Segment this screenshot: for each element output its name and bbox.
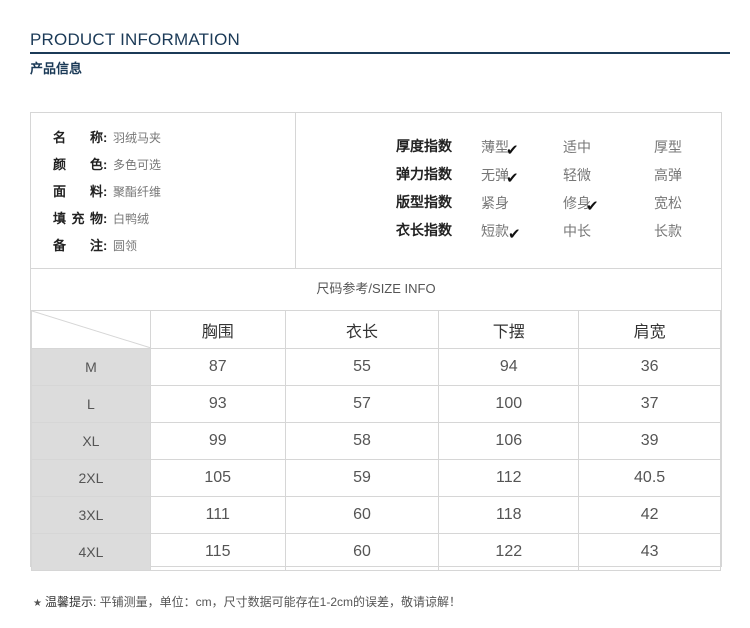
value-cell: 100 (438, 385, 580, 423)
column-header: 肩宽 (578, 310, 721, 349)
corner-cell (31, 310, 151, 349)
index-option: 厚型 (654, 139, 682, 155)
index-option: 高弹 (654, 167, 682, 183)
page-subtitle: 产品信息 (30, 61, 83, 76)
table-row: L 93 57 100 37 (31, 385, 721, 423)
index-option: 宽松 (654, 195, 682, 211)
value-cell: 39 (578, 422, 721, 460)
measurement-note: ★ 温馨提示: 平铺测量，单位：cm，尺寸数据可能存在1-2cm的误差，敬请谅解！ (33, 593, 461, 610)
value-cell: 111 (149, 496, 286, 534)
column-header: 下摆 (438, 310, 580, 349)
info-value: 圆领 (112, 239, 137, 253)
value-cell: 57 (284, 385, 440, 423)
info-row-fabric: 面 料: 聚酯纤维 (53, 181, 161, 201)
value-cell: 36 (578, 348, 721, 386)
info-value: 白鸭绒 (112, 212, 149, 226)
value-cell: 122 (438, 533, 580, 571)
value-cell: 55 (284, 348, 440, 386)
column-header: 胸围 (149, 310, 286, 349)
size-cell: M (31, 348, 151, 386)
info-row-filling: 填充物: 白鸭绒 (53, 208, 149, 228)
index-option: 无弹 (481, 167, 509, 183)
table-row: 4XL 115 60 122 43 (31, 533, 721, 571)
value-cell: 43 (578, 533, 721, 571)
size-cell: 3XL (31, 496, 151, 534)
basic-info-box: 名 称: 羽绒马夹 颜 色: 多色可选 面 料: 聚酯纤维 填充物: 白鸭绒 备… (31, 113, 296, 268)
star-icon: ★ (33, 598, 42, 609)
title-underline (30, 52, 730, 54)
table-row: 3XL 111 60 118 42 (31, 496, 721, 534)
diagonal-line (32, 311, 150, 348)
value-cell: 40.5 (578, 459, 721, 497)
value-cell: 93 (149, 385, 286, 423)
size-cell: 2XL (31, 459, 151, 497)
table-row: M 87 55 94 36 (31, 348, 721, 386)
index-option: 短款 (481, 223, 509, 239)
size-cell: L (31, 385, 151, 423)
value-cell: 37 (578, 385, 721, 423)
table-row: 2XL 105 59 112 40.5 (31, 459, 721, 497)
size-table: 胸围 衣长 下摆 肩宽 M 87 55 94 36 L 93 57 100 37… (31, 310, 721, 571)
info-label: 名 称 (53, 130, 103, 145)
value-cell: 106 (438, 422, 580, 460)
info-label: 备 注 (53, 238, 103, 253)
size-info-title: 尺码参考/SIZE INFO (31, 268, 721, 310)
value-cell: 58 (284, 422, 440, 460)
index-option: 轻微 (563, 167, 591, 183)
page-title: PRODUCT INFORMATION (30, 30, 240, 49)
info-value: 羽绒马夹 (112, 131, 161, 145)
index-option: 薄型 (481, 139, 509, 155)
index-option: 紧身 (481, 195, 509, 211)
column-header: 衣长 (284, 310, 440, 349)
info-label: 面 料 (53, 184, 103, 199)
info-row-name: 名 称: 羽绒马夹 (53, 127, 161, 147)
info-row-remark: 备 注: 圆领 (53, 235, 137, 255)
value-cell: 87 (149, 348, 286, 386)
value-cell: 42 (578, 496, 721, 534)
check-icon: ✔ (586, 198, 599, 215)
size-cell: XL (31, 422, 151, 460)
note-label: 温馨提示: (44, 595, 97, 609)
value-cell: 59 (284, 459, 440, 497)
value-cell: 105 (149, 459, 286, 497)
size-table-header: 胸围 衣长 下摆 肩宽 (31, 310, 721, 349)
index-option: 适中 (563, 139, 591, 155)
index-option: 长款 (654, 223, 682, 239)
info-label: 填充物 (53, 211, 103, 226)
value-cell: 99 (149, 422, 286, 460)
check-icon: ✔ (508, 226, 521, 243)
value-cell: 118 (438, 496, 580, 534)
value-cell: 60 (284, 496, 440, 534)
product-info-panel: 名 称: 羽绒马夹 颜 色: 多色可选 面 料: 聚酯纤维 填充物: 白鸭绒 备… (30, 112, 722, 571)
value-cell: 94 (438, 348, 580, 386)
info-row-color: 颜 色: 多色可选 (53, 154, 161, 174)
table-row: XL 99 58 106 39 (31, 422, 721, 460)
info-value: 多色可选 (112, 158, 161, 172)
index-label: 弹力指数 (396, 166, 452, 182)
value-cell: 112 (438, 459, 580, 497)
value-cell: 115 (149, 533, 286, 571)
index-option: 中长 (563, 223, 591, 239)
index-label: 衣长指数 (396, 222, 452, 238)
index-label: 厚度指数 (396, 138, 452, 154)
info-label: 颜 色 (53, 157, 103, 172)
check-icon: ✔ (506, 170, 519, 187)
value-cell: 60 (284, 533, 440, 571)
index-label: 版型指数 (396, 194, 452, 210)
info-value: 聚酯纤维 (112, 185, 161, 199)
check-icon: ✔ (506, 142, 519, 159)
size-cell: 4XL (31, 533, 151, 571)
note-text: 平铺测量，单位：cm，尺寸数据可能存在1-2cm的误差，敬请谅解！ (99, 595, 461, 609)
